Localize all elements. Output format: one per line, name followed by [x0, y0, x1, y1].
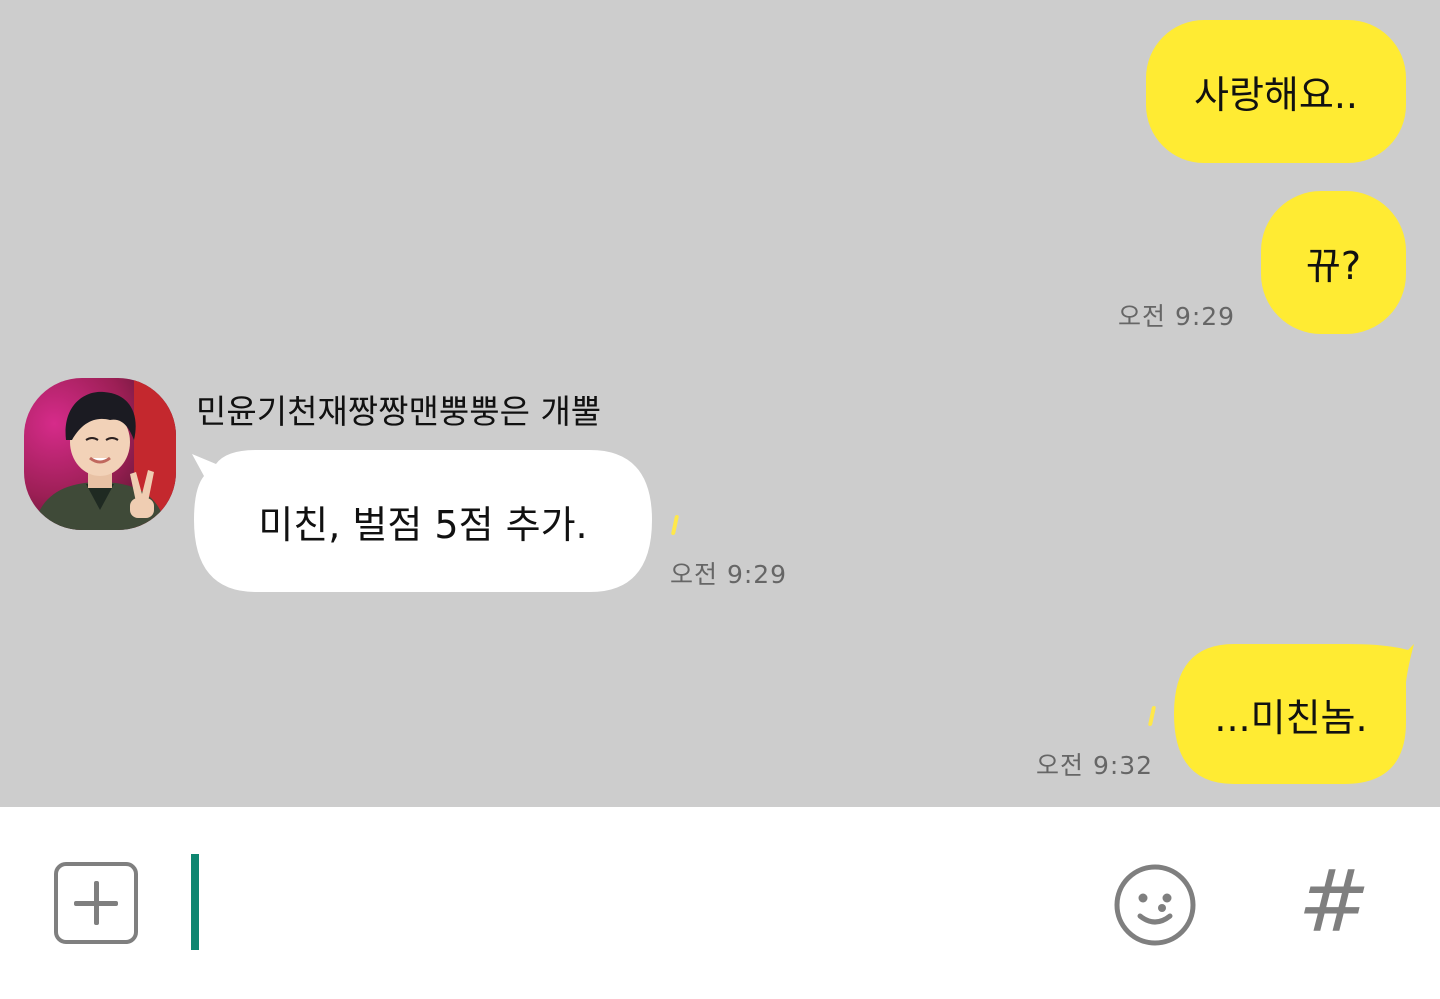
- unread-indicator: [670, 515, 680, 535]
- message-text: 미친, 벌점 5점 추가.: [258, 502, 588, 547]
- message-text: 뀨?: [1305, 244, 1362, 288]
- unread-indicator: [1147, 706, 1157, 726]
- chat-area[interactable]: 사랑해요.. 뀨? 오전 9:29 민윤기천재짱짱맨뿡뿡은 개뿔 미친, 벌점 …: [0, 0, 1440, 807]
- message-timestamp: 오전 9:29: [1118, 302, 1236, 331]
- plus-square-icon[interactable]: [54, 862, 138, 944]
- sender-name: 민윤기천재짱짱맨뿡뿡은 개뿔: [196, 392, 602, 431]
- smiley-icon[interactable]: [1112, 862, 1198, 948]
- sender-avatar[interactable]: [24, 378, 176, 530]
- hashtag-button[interactable]: #: [1298, 859, 1370, 945]
- sent-message-bubble[interactable]: ...미친놈.: [1176, 644, 1406, 784]
- sent-message-bubble[interactable]: 뀨?: [1261, 191, 1406, 334]
- text-cursor: [191, 854, 199, 950]
- avatar-photo: [24, 378, 176, 530]
- sent-message-bubble[interactable]: 사랑해요..: [1146, 20, 1406, 163]
- message-text: 사랑해요..: [1194, 73, 1358, 117]
- message-timestamp: 오전 9:32: [1036, 751, 1154, 780]
- message-text: ...미친놈.: [1214, 695, 1368, 740]
- received-message-bubble[interactable]: 미친, 벌점 5점 추가.: [194, 450, 652, 592]
- message-timestamp: 오전 9:29: [670, 560, 788, 589]
- message-input[interactable]: [205, 856, 1085, 948]
